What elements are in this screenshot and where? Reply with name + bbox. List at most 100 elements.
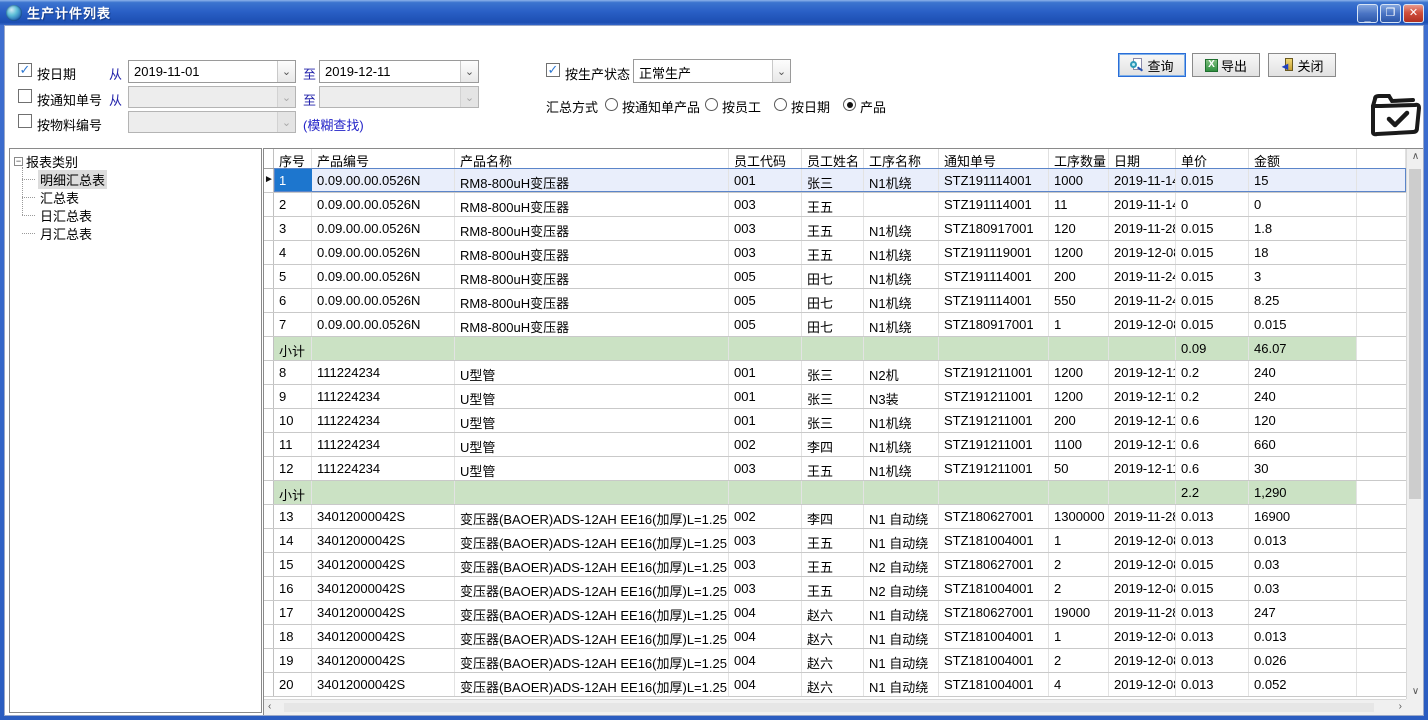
- vertical-scrollbar[interactable]: ∧ ∨: [1406, 149, 1423, 699]
- table-cell: 0.013: [1249, 625, 1357, 648]
- tree-item-detail-summary[interactable]: 明细汇总表: [22, 170, 261, 188]
- close-window-button[interactable]: ✕: [1403, 4, 1424, 23]
- column-header-9[interactable]: 日期: [1109, 149, 1176, 168]
- by-status-checkbox[interactable]: ✓: [546, 63, 560, 77]
- column-header-10[interactable]: 单价: [1176, 149, 1249, 168]
- table-row[interactable]: 9111224234U型管001张三N3装STZ1912110011200201…: [264, 385, 1406, 409]
- notice-from-combobox[interactable]: ⌄: [128, 86, 296, 108]
- column-header-7[interactable]: 通知单号: [939, 149, 1049, 168]
- maximize-button[interactable]: ❐: [1380, 4, 1401, 23]
- notice-to-combobox[interactable]: ⌄: [319, 86, 479, 108]
- status-combobox[interactable]: 正常生产 ⌄: [633, 59, 791, 83]
- table-row[interactable]: 2034012000042S变压器(BAOER)ADS-12AH EE16(加厚…: [264, 673, 1406, 697]
- radio-by-notice-product-label[interactable]: 按通知单产品: [622, 97, 700, 116]
- chevron-down-icon[interactable]: ⌄: [772, 60, 790, 82]
- material-combobox[interactable]: ⌄: [128, 111, 296, 133]
- row-gutter: [264, 577, 274, 600]
- subtotal-row[interactable]: 小计0.0946.07: [264, 337, 1406, 361]
- tree-root[interactable]: − 报表类别: [14, 152, 261, 170]
- column-header-4[interactable]: 员工代码: [729, 149, 802, 168]
- table-cell: STZ191211001: [939, 361, 1049, 384]
- table-row[interactable]: 11111224234U型管002李四N1机绕STZ19121100111002…: [264, 433, 1406, 457]
- row-filler: [1357, 649, 1406, 672]
- tree-item-daily-summary[interactable]: 日汇总表: [22, 206, 261, 224]
- table-cell: N1机绕: [864, 265, 939, 288]
- chevron-down-icon[interactable]: ⌄: [277, 61, 295, 82]
- subtotal-row[interactable]: 小计2.21,290: [264, 481, 1406, 505]
- table-row[interactable]: 50.09.00.00.0526NRM8-800uH变压器005田七N1机绕ST…: [264, 265, 1406, 289]
- radio-by-employee[interactable]: [705, 98, 718, 111]
- scroll-left-icon[interactable]: ‹: [268, 701, 271, 712]
- table-row[interactable]: 1334012000042S变压器(BAOER)ADS-12AH EE16(加厚…: [264, 505, 1406, 529]
- column-header-11[interactable]: 金额: [1249, 149, 1357, 168]
- tree-item-summary[interactable]: 汇总表: [22, 188, 261, 206]
- date-from-combobox[interactable]: 2019-11-01 ⌄: [128, 60, 296, 83]
- table-cell: U型管: [455, 409, 729, 432]
- horizontal-scrollbar[interactable]: ‹ ›: [264, 699, 1406, 715]
- row-filler: [1357, 313, 1406, 336]
- scroll-down-icon[interactable]: ∨: [1407, 686, 1424, 697]
- table-cell: RM8-800uH变压器: [455, 289, 729, 312]
- radio-product[interactable]: [843, 98, 856, 111]
- table-row[interactable]: 12111224234U型管003王五N1机绕STZ19121100150201…: [264, 457, 1406, 481]
- by-material-checkbox[interactable]: ✓: [18, 114, 32, 128]
- close-button[interactable]: ◄ 关闭: [1268, 53, 1336, 77]
- tree-item-monthly-summary[interactable]: 月汇总表: [22, 224, 261, 242]
- row-filler: [1357, 529, 1406, 552]
- table-cell: 1300000: [1049, 505, 1109, 528]
- table-cell: 11: [1049, 193, 1109, 216]
- table-cell: 3: [274, 217, 312, 240]
- table-cell: N2机: [864, 361, 939, 384]
- table-row[interactable]: 60.09.00.00.0526NRM8-800uH变压器005田七N1机绕ST…: [264, 289, 1406, 313]
- table-cell: 1: [274, 169, 312, 192]
- row-gutter: [264, 457, 274, 480]
- table-row[interactable]: 20.09.00.00.0526NRM8-800uH变压器003王五STZ191…: [264, 193, 1406, 217]
- table-cell: 14: [274, 529, 312, 552]
- vertical-scroll-thumb[interactable]: [1409, 169, 1421, 499]
- table-cell: 0.052: [1249, 673, 1357, 696]
- table-row[interactable]: 1634012000042S变压器(BAOER)ADS-12AH EE16(加厚…: [264, 577, 1406, 601]
- app-window: 生产计件列表 _ ❐ ✕ ✓ 按日期 从 2019-11-01 ⌄ 至 2019…: [0, 0, 1428, 720]
- radio-by-notice-product[interactable]: [605, 98, 618, 111]
- tree-collapse-icon[interactable]: −: [14, 157, 23, 166]
- title-bar[interactable]: 生产计件列表 _ ❐ ✕: [0, 0, 1428, 25]
- chevron-down-icon[interactable]: ⌄: [460, 61, 478, 82]
- radio-product-label[interactable]: 产品: [860, 97, 886, 116]
- table-cell: 34012000042S: [312, 553, 455, 576]
- by-notice-checkbox[interactable]: ✓: [18, 89, 32, 103]
- table-row[interactable]: 70.09.00.00.0526NRM8-800uH变压器005田七N1机绕ST…: [264, 313, 1406, 337]
- table-cell: N1 自动绕: [864, 649, 939, 672]
- table-row[interactable]: 1434012000042S变压器(BAOER)ADS-12AH EE16(加厚…: [264, 529, 1406, 553]
- row-gutter: [264, 433, 274, 456]
- export-button[interactable]: X 导出: [1192, 53, 1260, 77]
- radio-by-date[interactable]: [774, 98, 787, 111]
- column-header-3[interactable]: 产品名称: [455, 149, 729, 168]
- query-button[interactable]: 查询: [1118, 53, 1186, 77]
- column-header-5[interactable]: 员工姓名: [802, 149, 864, 168]
- radio-by-date-label[interactable]: 按日期: [791, 97, 830, 116]
- table-row[interactable]: 1534012000042S变压器(BAOER)ADS-12AH EE16(加厚…: [264, 553, 1406, 577]
- column-header-6[interactable]: 工序名称: [864, 149, 939, 168]
- row-filler: [1357, 289, 1406, 312]
- table-row[interactable]: 8111224234U型管001张三N2机STZ1912110011200201…: [264, 361, 1406, 385]
- table-row[interactable]: 10111224234U型管001张三N1机绕STZ19121100120020…: [264, 409, 1406, 433]
- row-gutter: [264, 193, 274, 216]
- table-row[interactable]: ►10.09.00.00.0526NRM8-800uH变压器001张三N1机绕S…: [264, 169, 1406, 193]
- table-row[interactable]: 30.09.00.00.0526NRM8-800uH变压器003王五N1机绕ST…: [264, 217, 1406, 241]
- by-date-checkbox[interactable]: ✓: [18, 63, 32, 77]
- minimize-button[interactable]: _: [1357, 4, 1378, 23]
- date-to-combobox[interactable]: 2019-12-11 ⌄: [319, 60, 479, 83]
- scroll-up-icon[interactable]: ∧: [1407, 151, 1424, 162]
- table-cell: N1机绕: [864, 433, 939, 456]
- by-date-label: 按日期: [37, 64, 76, 83]
- table-row[interactable]: 40.09.00.00.0526NRM8-800uH变压器003王五N1机绕ST…: [264, 241, 1406, 265]
- column-header-2[interactable]: 产品编号: [312, 149, 455, 168]
- column-header-8[interactable]: 工序数量: [1049, 149, 1109, 168]
- radio-by-employee-label[interactable]: 按员工: [722, 97, 761, 116]
- table-row[interactable]: 1834012000042S变压器(BAOER)ADS-12AH EE16(加厚…: [264, 625, 1406, 649]
- horizontal-scroll-thumb[interactable]: [284, 703, 1374, 712]
- table-row[interactable]: 1934012000042S变压器(BAOER)ADS-12AH EE16(加厚…: [264, 649, 1406, 673]
- table-row[interactable]: 1734012000042S变压器(BAOER)ADS-12AH EE16(加厚…: [264, 601, 1406, 625]
- column-header-1[interactable]: 序号: [274, 149, 312, 168]
- scroll-right-icon[interactable]: ›: [1399, 701, 1402, 712]
